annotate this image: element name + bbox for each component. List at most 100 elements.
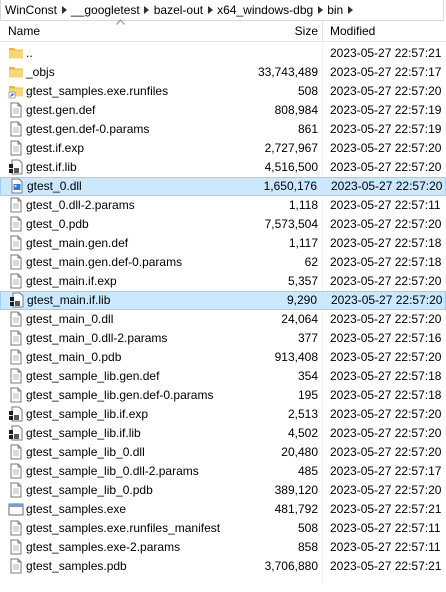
file-size: 33,743,489 bbox=[257, 65, 318, 79]
file-size: 858 bbox=[297, 540, 318, 554]
file-row[interactable]: gtest.if.exp 2,727,967 2023-05-27 22:57:20 bbox=[0, 139, 446, 158]
text-file-icon bbox=[8, 387, 24, 403]
file-row[interactable]: gtest_sample_lib.gen.def-0.params 195 2023… bbox=[0, 386, 446, 405]
file-modified: 2023-05-27 22:57:20 bbox=[330, 426, 442, 440]
file-row[interactable]: gtest.if.lib 4,516,500 2023-05-27 22:57:20 bbox=[0, 158, 446, 177]
file-row[interactable]: gtest_sample_lib_0.pdb 389,120 2023-05-27 … bbox=[0, 481, 446, 500]
text-file-icon bbox=[8, 330, 24, 346]
breadcrumb-chevron-icon[interactable] bbox=[345, 0, 355, 20]
text-file-icon bbox=[8, 558, 24, 574]
file-row[interactable]: .. 2023-05-27 22:57:21 bbox=[0, 44, 446, 63]
breadcrumb-item[interactable]: bazel-out bbox=[152, 0, 205, 20]
file-row[interactable]: gtest_0.pdb 7,573,504 2023-05-27 22:57:20 bbox=[0, 215, 446, 234]
file-name: gtest_samples.pdb bbox=[26, 559, 127, 573]
breadcrumb-item[interactable]: x64_windows-dbg bbox=[215, 0, 315, 20]
file-row[interactable]: gtest_sample_lib.gen.def 354 2023-05-27 22… bbox=[0, 367, 446, 386]
column-header-modified[interactable]: Modified bbox=[330, 24, 375, 38]
file-size: 481,792 bbox=[274, 502, 318, 516]
file-row[interactable]: gtest_0.dll 1,650,176 2023-05-27 22:57:20 bbox=[0, 177, 446, 196]
library-file-icon bbox=[8, 406, 24, 422]
file-row[interactable]: gtest.gen.def-0.params 861 2023-05-27 22:5… bbox=[0, 120, 446, 139]
file-modified: 2023-05-27 22:57:20 bbox=[330, 407, 442, 421]
file-size: 3,706,880 bbox=[264, 559, 318, 573]
text-file-icon bbox=[8, 539, 24, 555]
file-name: gtest_main.if.lib bbox=[27, 293, 111, 307]
file-modified: 2023-05-27 22:57:18 bbox=[330, 388, 442, 402]
text-file-icon bbox=[8, 216, 24, 232]
file-size: 354 bbox=[297, 369, 318, 383]
file-modified: 2023-05-27 22:57:20 bbox=[330, 274, 442, 288]
file-row[interactable]: gtest_main_0.pdb 913,408 2023-05-27 22:57:… bbox=[0, 348, 446, 367]
column-header-name[interactable]: Name bbox=[8, 24, 40, 38]
library-file-icon bbox=[8, 159, 24, 175]
file-row[interactable]: gtest_samples.exe-2.params 858 2023-05-27 … bbox=[0, 538, 446, 557]
file-row[interactable]: gtest_main_0.dll 24,064 2023-05-27 22:57:2… bbox=[0, 310, 446, 329]
file-size: 508 bbox=[297, 521, 318, 535]
text-file-icon bbox=[8, 349, 24, 365]
file-size: 808,984 bbox=[274, 103, 318, 117]
file-modified: 2023-05-27 22:57:19 bbox=[330, 122, 442, 136]
file-row[interactable]: gtest_samples.exe.runfiles 508 2023-05-27 … bbox=[0, 82, 446, 101]
file-size: 389,120 bbox=[274, 483, 318, 497]
file-modified: 2023-05-27 22:57:19 bbox=[330, 103, 442, 117]
folder-icon bbox=[8, 45, 24, 61]
file-row[interactable]: gtest_0.dll-2.params 1,118 2023-05-27 22:5… bbox=[0, 196, 446, 215]
file-row[interactable]: gtest.gen.def 808,984 2023-05-27 22:57:19 bbox=[0, 101, 446, 120]
file-name: .. bbox=[26, 46, 33, 60]
file-row[interactable]: gtest_samples.exe.runfiles_manifest 508 20… bbox=[0, 519, 446, 538]
file-row[interactable]: gtest_main.if.exp 5,357 2023-05-27 22:57:2… bbox=[0, 272, 446, 291]
file-row[interactable]: gtest_main_0.dll-2.params 377 2023-05-27 2… bbox=[0, 329, 446, 348]
file-row[interactable]: gtest_sample_lib.if.lib 4,502 2023-05-27 2… bbox=[0, 424, 446, 443]
file-modified: 2023-05-27 22:57:20 bbox=[330, 350, 442, 364]
library-file-icon bbox=[9, 292, 25, 308]
column-header-size[interactable]: Size bbox=[295, 24, 318, 38]
file-row[interactable]: _objs 33,743,489 2023-05-27 22:57:17 bbox=[0, 63, 446, 82]
column-header: Name Size Modified bbox=[0, 19, 446, 42]
file-modified: 2023-05-27 22:57:20 bbox=[330, 141, 442, 155]
file-row[interactable]: gtest_main.gen.def 1,117 2023-05-27 22:57:… bbox=[0, 234, 446, 253]
file-size: 1,650,176 bbox=[263, 179, 317, 193]
file-row[interactable]: gtest_samples.pdb 3,706,880 2023-05-27 22:… bbox=[0, 557, 446, 576]
text-file-icon bbox=[8, 463, 24, 479]
file-size: 7,573,504 bbox=[264, 217, 318, 231]
breadcrumb-chevron-icon[interactable] bbox=[315, 0, 325, 20]
file-name: gtest_samples.exe.runfiles_manifest bbox=[26, 521, 221, 535]
breadcrumb-chevron-icon[interactable] bbox=[142, 0, 152, 20]
dll-file-icon bbox=[9, 178, 25, 194]
file-modified: 2023-05-27 22:57:20 bbox=[330, 483, 442, 497]
text-file-icon bbox=[8, 368, 24, 384]
file-size: 1,117 bbox=[288, 236, 318, 250]
breadcrumb-chevron-icon[interactable] bbox=[59, 0, 69, 20]
file-name: gtest.if.exp bbox=[26, 141, 85, 155]
file-name: gtest_sample_lib.if.exp bbox=[26, 407, 149, 421]
file-modified: 2023-05-27 22:57:20 bbox=[331, 179, 443, 193]
breadcrumb-item[interactable]: bin bbox=[325, 0, 345, 20]
text-file-icon bbox=[8, 273, 24, 289]
file-name: gtest_sample_lib_0.dll bbox=[26, 445, 145, 459]
file-row[interactable]: gtest_sample_lib_0.dll-2.params 485 2023-0… bbox=[0, 462, 446, 481]
file-row[interactable]: gtest_main.if.lib 9,290 2023-05-27 22:57:2… bbox=[0, 291, 446, 310]
file-size: 20,480 bbox=[281, 445, 318, 459]
file-size: 195 bbox=[297, 388, 318, 402]
file-name: gtest.if.lib bbox=[26, 160, 77, 174]
file-name: gtest_main_0.dll-2.params bbox=[26, 331, 168, 345]
file-modified: 2023-05-27 22:57:18 bbox=[330, 369, 442, 383]
file-row[interactable]: gtest_samples.exe 481,792 2023-05-27 22:57… bbox=[0, 500, 446, 519]
file-modified: 2023-05-27 22:57:20 bbox=[330, 160, 442, 174]
file-row[interactable]: gtest_sample_lib.if.exp 2,513 2023-05-27 2… bbox=[0, 405, 446, 424]
file-name: gtest_samples.exe.runfiles bbox=[26, 84, 169, 98]
file-row[interactable]: gtest_main.gen.def-0.params 62 2023-05-27 … bbox=[0, 253, 446, 272]
file-size: 377 bbox=[297, 331, 318, 345]
file-row[interactable]: gtest_sample_lib_0.dll 20,480 2023-05-27 2… bbox=[0, 443, 446, 462]
folder-shortcut-icon bbox=[8, 83, 24, 99]
text-file-icon bbox=[8, 102, 24, 118]
text-file-icon bbox=[8, 482, 24, 498]
folder-icon bbox=[8, 64, 24, 80]
column-divider[interactable] bbox=[322, 21, 323, 42]
breadcrumb-chevron-icon[interactable] bbox=[205, 0, 215, 20]
text-file-icon bbox=[8, 254, 24, 270]
breadcrumb-item[interactable]: __googletest bbox=[69, 0, 142, 20]
file-name: gtest_0.pdb bbox=[26, 217, 89, 231]
breadcrumb-item[interactable]: WinConst bbox=[3, 0, 59, 20]
file-modified: 2023-05-27 22:57:18 bbox=[330, 255, 442, 269]
